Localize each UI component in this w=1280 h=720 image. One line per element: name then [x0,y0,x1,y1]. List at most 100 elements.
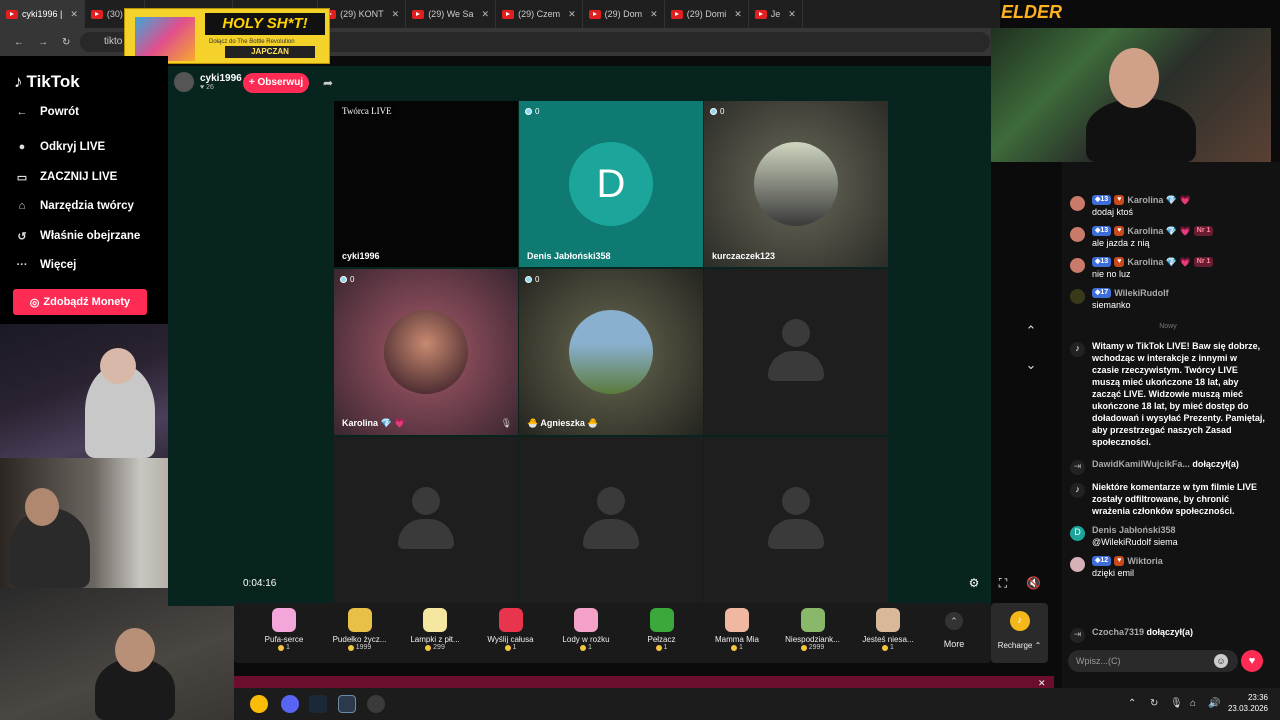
close-tab-icon[interactable]: ✕ [392,9,400,20]
browser-tab[interactable]: (29) Dom ✕ [583,0,665,28]
browser-tab[interactable]: cyki1996 | ✕ [0,0,85,28]
gift-item[interactable]: Pufa-serce 1 [249,608,319,651]
close-tab-icon[interactable]: ✕ [650,9,658,20]
chat-input[interactable]: Wpisz...(C) [1068,650,1238,672]
chat-message[interactable]: ◆12 ♥ Wiktoria dzięki emil [1070,555,1266,579]
chat-username[interactable]: Karolina 💎 💗 [1127,256,1190,268]
tray-chevron-icon[interactable]: ⌃ [1128,698,1136,709]
reload-icon[interactable]: ↻ [62,37,70,48]
guest-cell[interactable]: 0 kurczaczek123 [704,101,888,267]
network-icon[interactable]: ⌂ [1190,698,1196,709]
gift-item[interactable]: Niespodziank... 2999 [778,608,848,651]
volume-icon[interactable]: 🔊 [1208,698,1220,709]
guest-cell[interactable] [519,437,703,603]
browser-tab[interactable]: Je ✕ [749,0,803,28]
guest-cell[interactable]: 0 🐣 Agnieszka 🐣 [519,269,703,435]
previous-live-button[interactable]: ⌃ [1020,320,1042,342]
sidebar-item[interactable]: ↺ Właśnie obejrzane [14,228,140,244]
share-icon[interactable]: ➦ [323,76,333,90]
gift-item[interactable]: Lampki z płt... 299 [400,608,470,651]
sync-icon[interactable]: ↻ [1150,698,1158,709]
next-live-button[interactable]: ⌄ [1020,354,1042,376]
gift-icon [876,608,900,632]
settings-icon[interactable]: ⚙ [967,576,981,590]
heart-button[interactable]: ♥ [1241,650,1263,672]
logo-text: TikTok [26,72,80,91]
close-tab-icon[interactable]: ✕ [788,9,796,20]
gift-item[interactable]: Pełzacz 1 [627,608,697,651]
browser-tab[interactable]: (29) Czem ✕ [496,0,583,28]
guest-cell[interactable] [704,269,888,435]
person-head [1109,48,1159,108]
guest-cell[interactable]: Twórca LIVE cyki1996 [334,101,518,267]
join-user[interactable]: Czocha7319 [1092,627,1144,637]
close-tab-icon[interactable]: ✕ [734,9,742,20]
chat-message[interactable]: D Denis Jabłoński358 @WilekiRudolf siema [1070,524,1266,548]
guest-cell[interactable] [704,437,888,603]
gift-item[interactable]: Jesteś niesa... 1 [853,608,923,651]
sidebar-item[interactable]: ▭ ZACZNIJ LIVE [14,169,118,185]
browser-tab[interactable]: (29) Domi ✕ [665,0,749,28]
join-notice: ⇥ Czocha7319 dołączył(a) [1070,626,1266,643]
coin-icon [347,644,354,651]
browser-tab[interactable]: (29) KONT ✕ [318,0,407,28]
gift-item[interactable]: Mamma Mia 1 [702,608,772,651]
get-coins-button[interactable]: ◎ Zdobądź Monety [13,289,147,315]
camera-icon: ▭ [16,171,28,184]
more-gifts-button[interactable]: ⌃ More [938,612,970,649]
chat-message[interactable]: ◆17 WilekiRudolf siemanko [1070,287,1266,311]
system-clock[interactable]: 23:36 23.03.2026 [1224,692,1268,714]
obs-icon[interactable] [367,695,385,713]
sidebar-item-label: ZACZNIJ LIVE [40,171,118,183]
gift-item[interactable]: Wyślij całusa 1 [476,608,546,651]
chat-message[interactable]: ◆13 ♥ Karolina 💎 💗 Nr 1 ale jazda z nią [1070,225,1266,249]
chrome-icon[interactable] [250,695,268,713]
guest-cell[interactable]: 0 Karolina 💎 💗 🎙 [334,269,518,435]
sidebar-item[interactable]: ··· Więcej [14,257,77,273]
chat-username[interactable]: Denis Jabłoński358 [1092,524,1176,536]
follow-button[interactable]: + Obserwuj [243,73,309,93]
recharge-button[interactable]: ♪ Recharge ⌃ [991,603,1048,663]
steam-icon[interactable] [309,695,327,713]
gift-price-value: 1 [286,644,290,651]
microphone-icon[interactable]: 🎙 [1170,698,1183,709]
chat-username[interactable]: Karolina 💎 💗 [1127,194,1190,206]
fullscreen-icon[interactable]: ⛶ [996,576,1010,590]
tiktok-logo[interactable]: ♪ TikTok [14,72,80,92]
guest-cell[interactable]: 0 D Denis Jabłoński358 [519,101,703,267]
guest-cell[interactable] [334,437,518,603]
host-name[interactable]: cyki1996 [200,73,242,84]
joined-label: dołączył(a) [1146,627,1194,637]
chat-username[interactable]: WilekiRudolf [1114,287,1168,299]
gift-price-value: 1 [890,644,894,651]
level-value: 13 [1100,196,1109,203]
mute-icon[interactable]: 🔇 [1026,576,1041,590]
youtube-icon [502,9,515,19]
host-info[interactable]: cyki1996 ♥ 26 [174,72,242,92]
sidebar-item[interactable]: ← Powrót [14,104,79,120]
close-tab-icon[interactable]: ✕ [70,9,78,20]
sidebar-item[interactable]: ⌂ Narzędzia twórcy [14,198,134,214]
chat-username[interactable]: Wiktoria [1127,555,1162,567]
browser-tab[interactable]: (29) We Sa ✕ [406,0,497,28]
fan-badge: ♥ [1114,195,1125,205]
emoji-icon[interactable]: ☺ [1214,654,1228,668]
join-user[interactable]: DawidKamilWujcikFa... [1092,459,1190,469]
discord-icon[interactable] [281,695,299,713]
chat-message[interactable]: ◆13 ♥ Karolina 💎 💗 dodaj ktoś [1070,194,1266,218]
host-avatar[interactable] [174,72,194,92]
app-icon[interactable] [338,695,356,713]
ad-product-image [135,17,195,61]
gift-price-value: 2999 [808,644,825,651]
chat-username[interactable]: Karolina 💎 💗 [1127,225,1190,237]
back-icon[interactable]: ← [14,37,24,48]
chat-message[interactable]: ◆13 ♥ Karolina 💎 💗 Nr 1 nie no luz [1070,256,1266,280]
sidebar-item[interactable]: ● Odkryj LIVE [14,139,106,155]
forward-icon[interactable]: → [38,37,48,48]
empty-seat-icon [766,319,826,385]
gift-item[interactable]: Pudełko życz... 1999 [325,608,395,651]
close-tab-icon[interactable]: ✕ [482,9,490,20]
gift-item[interactable]: Lody w rożku 1 [551,608,621,651]
banner-strip [234,676,1054,688]
close-tab-icon[interactable]: ✕ [568,9,576,20]
